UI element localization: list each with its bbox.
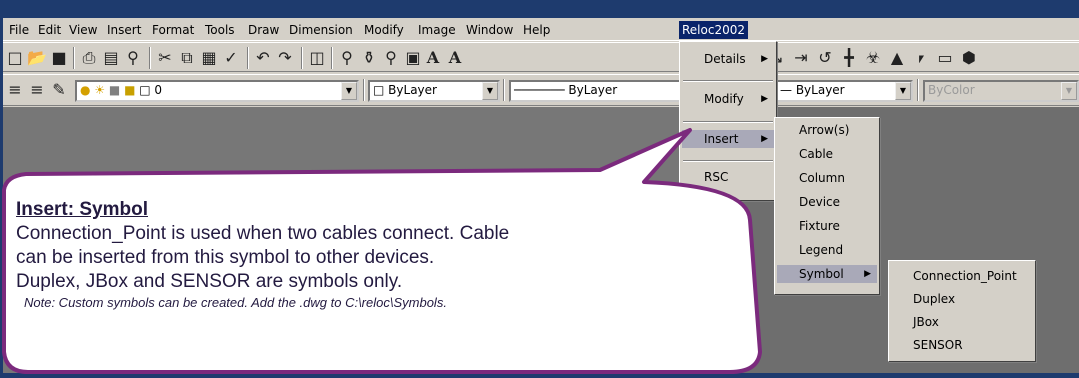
callout-text: Insert: Symbol Connection_Point is used … bbox=[16, 198, 776, 312]
callout-title: Insert: Symbol bbox=[16, 199, 148, 220]
callout-note: Note: Custom symbols can be created. Add… bbox=[24, 295, 447, 310]
callout-line-3: Duplex, JBox and SENSOR are symbols only… bbox=[16, 271, 403, 292]
callout-line-1: Connection_Point is used when two cables… bbox=[16, 223, 510, 244]
presentation-frame: File Edit View Insert Format Tools Draw … bbox=[0, 0, 1079, 378]
callout-line-2: can be inserted from this symbol to othe… bbox=[16, 247, 435, 268]
callout-bubble bbox=[2, 128, 762, 374]
